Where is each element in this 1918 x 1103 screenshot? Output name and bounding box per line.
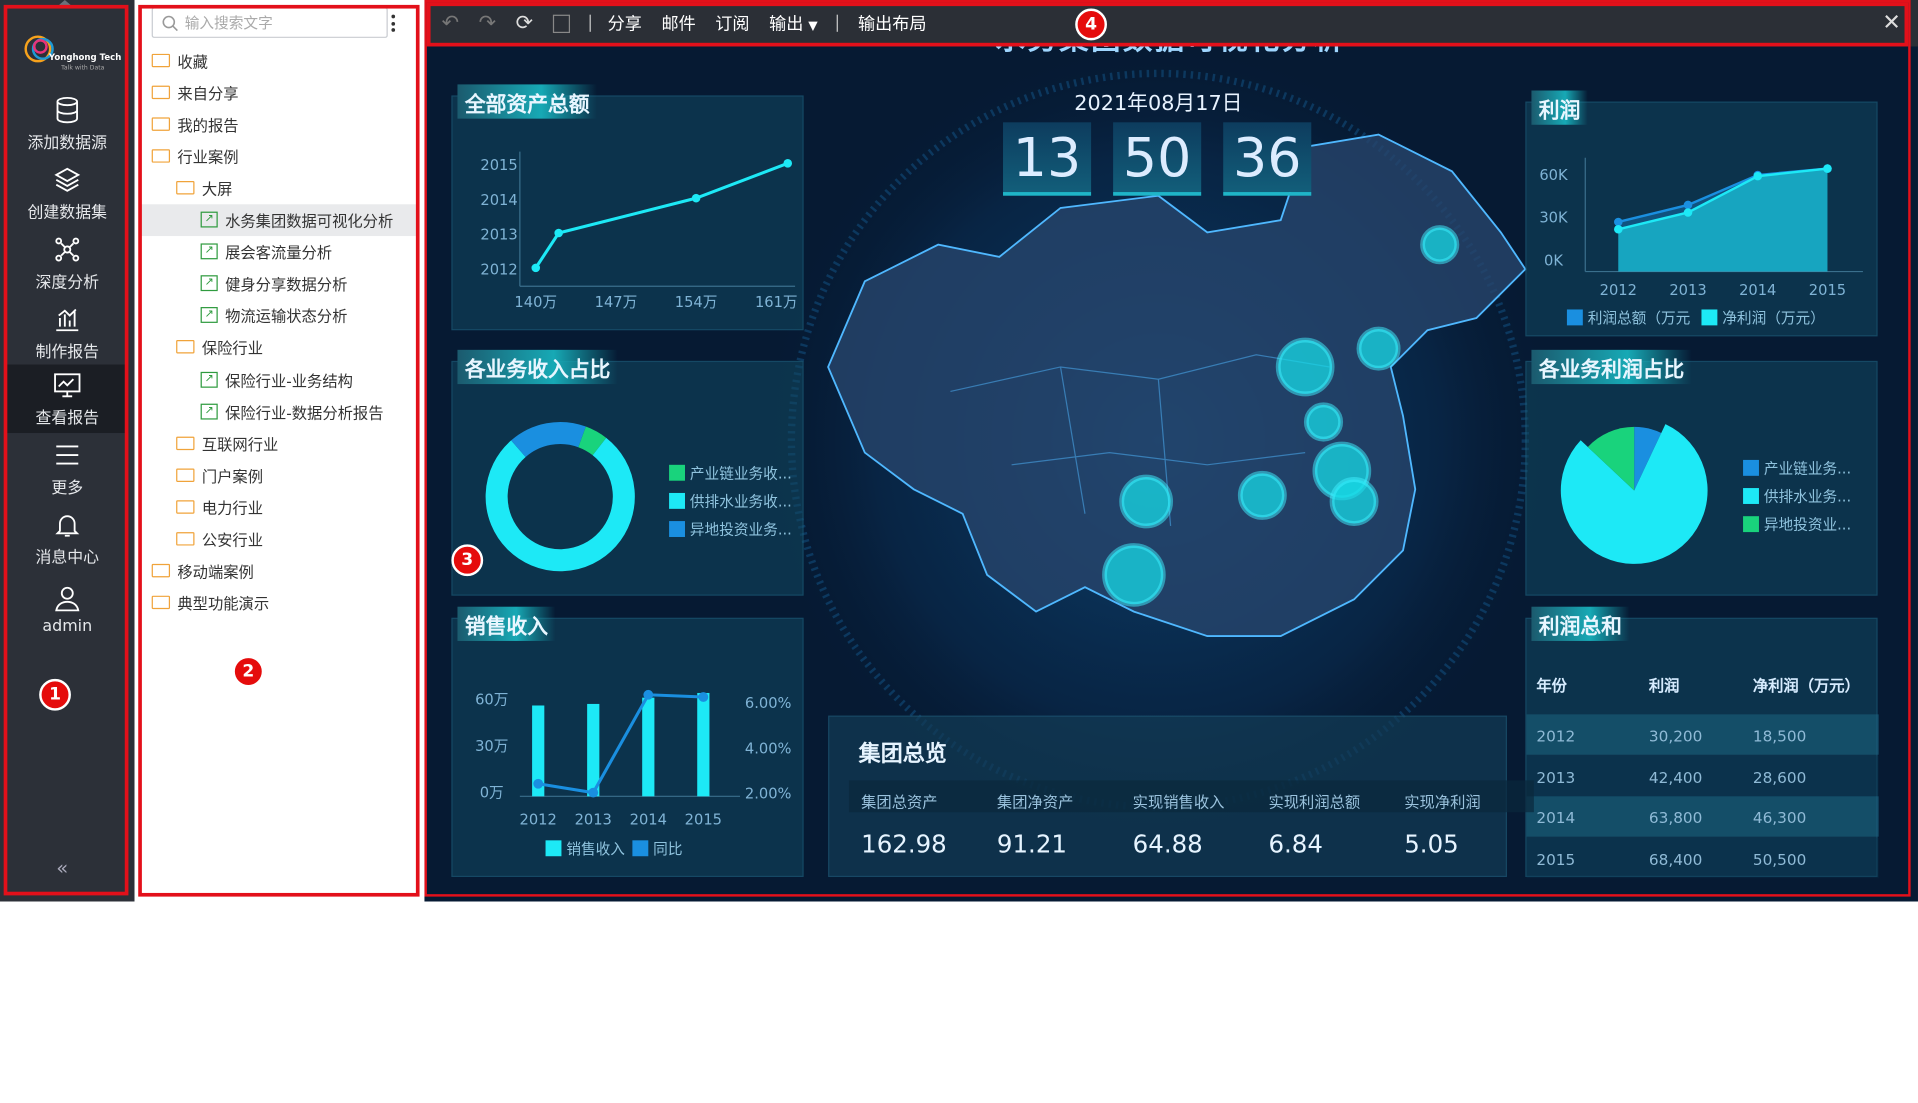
report-tree-panel: 输入搜索文字 收藏 来自分享 我的报告 行业案例 大屏 ↗ 水务集团数据可视化分析 ↗ 展会客流…	[134, 0, 423, 902]
annotation-box-2	[138, 4, 420, 897]
annotation-badge-2: 2	[232, 655, 265, 688]
left-nav: Yonghong Tech Talk with Data 添加数据源 创建数据集深…	[0, 0, 135, 902]
annotation-box-1	[3, 4, 129, 896]
annotation-box-3	[424, 0, 1911, 897]
dashboard-area: 水务集团数据可视化分析 ↶ ↷ ⟳ 分享 邮件 订阅 输出▼ 输出布局 ✕ 20…	[424, 0, 1918, 902]
annotation-badge-1: 1	[39, 678, 71, 711]
